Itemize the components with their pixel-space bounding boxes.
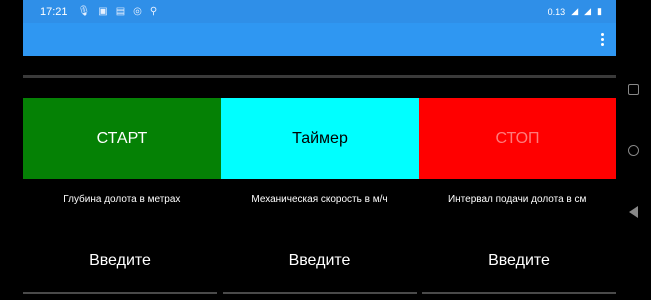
- depth-label: Глубина долота в метрах: [63, 194, 181, 205]
- speed-input[interactable]: [222, 244, 417, 278]
- recents-icon[interactable]: [626, 82, 640, 96]
- wifi-icon: ◢: [584, 6, 592, 16]
- divider: [23, 75, 616, 78]
- signal-icon: ◢: [571, 6, 579, 16]
- speed-input-underline: [222, 292, 417, 294]
- status-notification-icons: 🎙 ▣ ▤ ◎ ⚲: [78, 6, 158, 17]
- interval-label: Интервал подачи долота в см: [447, 194, 587, 205]
- depth-field-wrap: [23, 244, 217, 296]
- search-icon: ⚲: [149, 6, 158, 17]
- vpn-icon: ◎: [133, 6, 142, 17]
- start-button[interactable]: СТАРТ: [23, 98, 221, 179]
- status-time: 17:21: [40, 5, 68, 18]
- status-system-icons: 0.13 ◢ ◢ ▮: [548, 6, 602, 17]
- net-speed: 0.13: [547, 6, 566, 17]
- interval-input[interactable]: [422, 244, 616, 278]
- speed-field-wrap: [222, 244, 417, 296]
- mic-icon: 🎙: [77, 6, 91, 17]
- interval-input-underline: [422, 292, 616, 294]
- back-icon[interactable]: [626, 205, 640, 219]
- image-icon: ▣: [98, 6, 108, 17]
- status-bar: 17:21 🎙 ▣ ▤ ◎ ⚲ 0.13 ◢ ◢ ▮: [23, 0, 616, 23]
- interval-field-wrap: [422, 244, 616, 296]
- speed-label: Механическая скорость в м/ч: [251, 194, 388, 205]
- app-bar: [23, 23, 616, 56]
- cast-icon: ▤: [115, 6, 126, 17]
- input-fields: [23, 244, 616, 296]
- stop-button[interactable]: СТОП: [419, 98, 616, 179]
- control-buttons: СТАРТ Таймер СТОП: [23, 98, 616, 179]
- more-vert-icon[interactable]: [593, 23, 611, 56]
- home-icon[interactable]: [626, 143, 640, 157]
- timer-button[interactable]: Таймер: [221, 98, 419, 179]
- field-labels: Глубина долота в метрах Механическая ско…: [23, 190, 616, 210]
- depth-input-underline: [23, 292, 217, 294]
- navigation-bar: [616, 0, 651, 300]
- depth-input[interactable]: [23, 244, 217, 278]
- battery-icon: ▮: [597, 6, 602, 16]
